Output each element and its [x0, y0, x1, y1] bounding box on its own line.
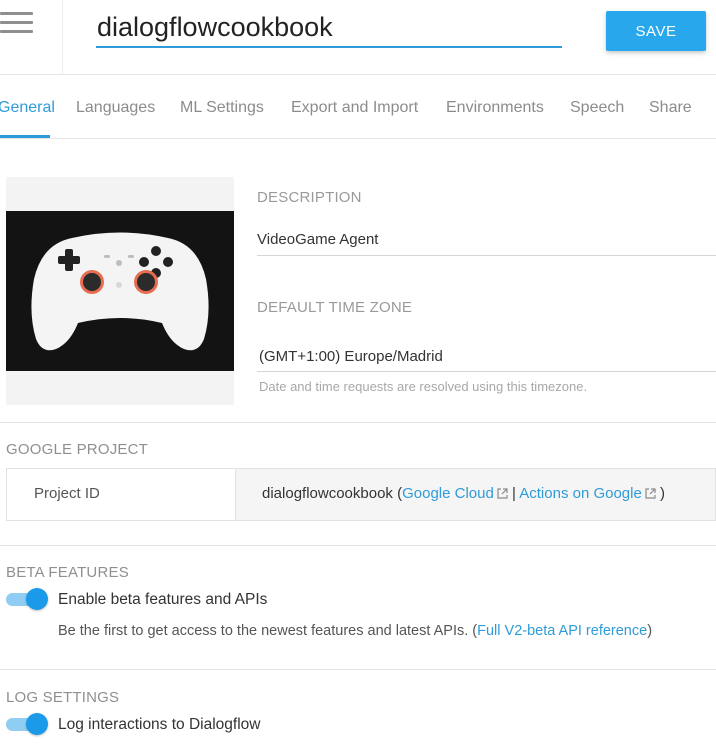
agent-avatar[interactable]	[6, 177, 234, 405]
description-underline	[257, 255, 716, 256]
beta-desc-text: Be the first to get access to the newest…	[58, 623, 478, 639]
actions-on-google-link-text: Actions on Google	[519, 485, 642, 502]
beta-features-label: Enable beta features and APIs	[58, 591, 268, 608]
close-paren: )	[660, 485, 665, 502]
settings-tabs: General Languages ML Settings Export and…	[0, 75, 716, 139]
project-id-label: Project ID	[34, 485, 100, 502]
link-divider: |	[512, 485, 516, 502]
tab-speech[interactable]: Speech	[570, 99, 624, 117]
tab-languages[interactable]: Languages	[76, 99, 155, 117]
v2-beta-api-reference-link[interactable]: Full V2-beta API reference	[477, 623, 647, 639]
tab-ml-settings[interactable]: ML Settings	[180, 99, 264, 117]
active-tab-indicator	[0, 135, 50, 138]
header-divider	[62, 0, 63, 74]
beta-desc-close: )	[647, 623, 653, 639]
agent-name-input[interactable]	[96, 8, 562, 48]
tab-share[interactable]: Share	[649, 99, 692, 117]
description-field[interactable]: VideoGame Agent	[257, 231, 378, 248]
beta-features-toggle[interactable]	[6, 588, 48, 610]
description-label: DESCRIPTION	[257, 189, 362, 206]
game-controller-icon	[6, 211, 234, 371]
project-id-value: dialogflowcookbook	[262, 485, 393, 502]
project-id-key: Project ID	[7, 469, 236, 520]
log-interactions-toggle[interactable]	[6, 713, 48, 735]
save-button[interactable]: SAVE	[606, 11, 706, 51]
external-link-icon	[497, 488, 508, 499]
timezone-hint: Date and time requests are resolved usin…	[259, 379, 588, 394]
timezone-select[interactable]: (GMT+1:00) Europe/Madrid	[259, 348, 443, 365]
google-cloud-link-text: Google Cloud	[402, 485, 494, 502]
section-divider	[0, 422, 716, 423]
timezone-underline	[257, 371, 716, 372]
tab-export-import[interactable]: Export and Import	[291, 99, 418, 117]
tab-general[interactable]: General	[0, 99, 55, 117]
google-project-title: GOOGLE PROJECT	[6, 441, 148, 458]
project-id-row: Project ID dialogflowcookbook (Google Cl…	[6, 468, 716, 521]
tab-environments[interactable]: Environments	[446, 99, 544, 117]
hamburger-menu-icon[interactable]	[0, 12, 36, 38]
beta-features-description: Be the first to get access to the newest…	[58, 623, 652, 639]
log-interactions-label: Log interactions to Dialogflow	[58, 716, 261, 733]
section-divider	[0, 669, 716, 670]
google-cloud-link[interactable]: Google Cloud	[402, 485, 508, 502]
project-id-value-cell: dialogflowcookbook (Google Cloud | Actio…	[236, 469, 715, 520]
actions-on-google-link[interactable]: Actions on Google	[519, 485, 656, 502]
beta-features-title: BETA FEATURES	[6, 564, 129, 581]
section-divider	[0, 545, 716, 546]
log-settings-title: LOG SETTINGS	[6, 689, 120, 706]
timezone-label: DEFAULT TIME ZONE	[257, 299, 413, 316]
agent-header: SAVE	[0, 0, 716, 75]
external-link-icon	[645, 488, 656, 499]
